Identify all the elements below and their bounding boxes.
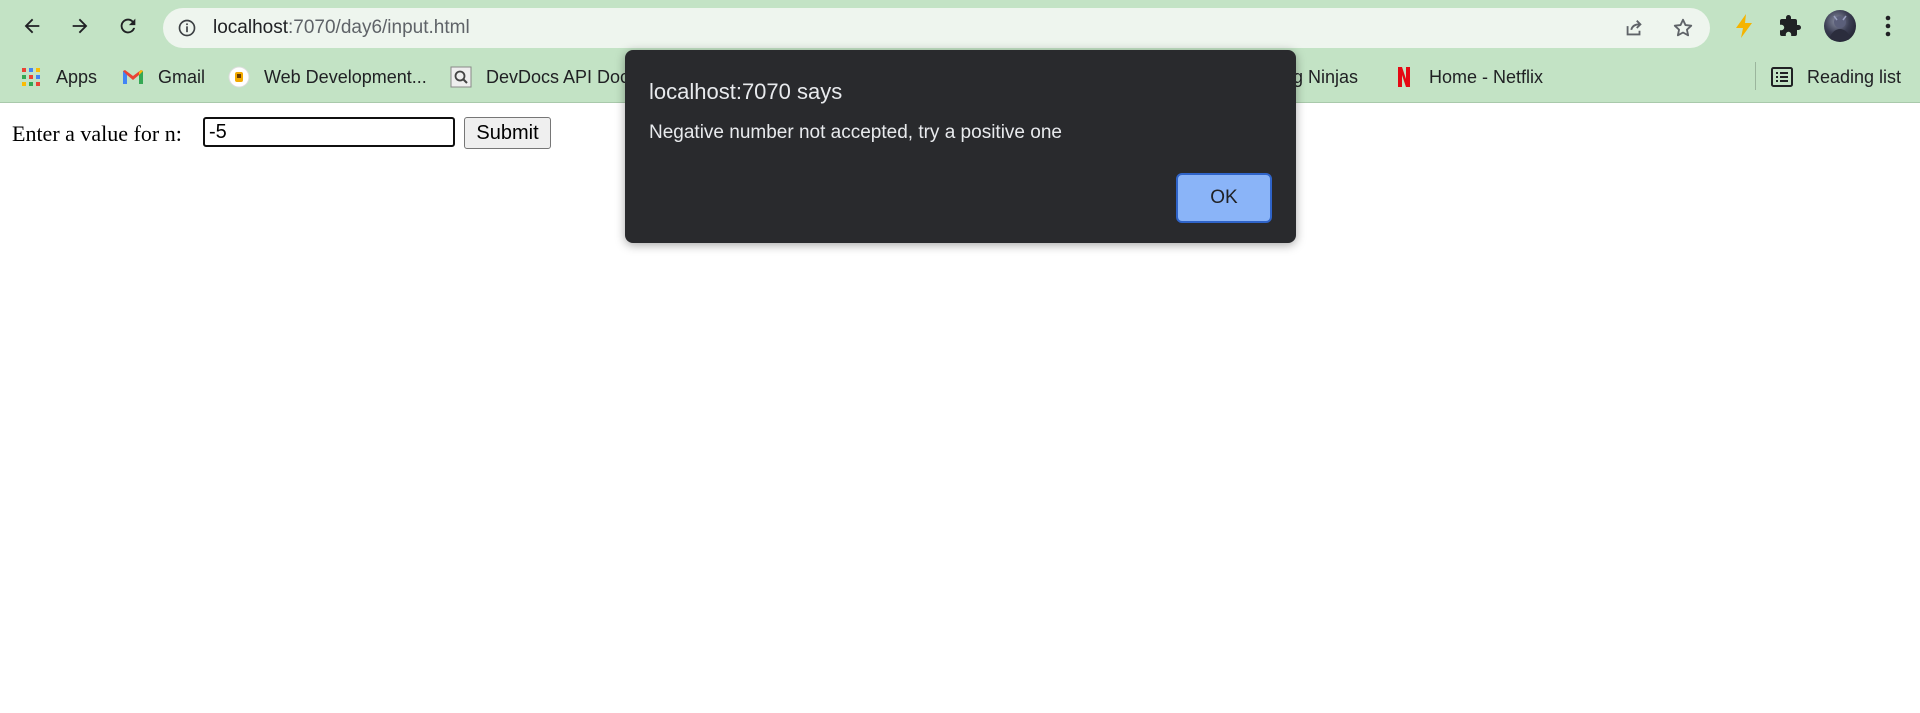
site-info-icon[interactable] bbox=[177, 18, 197, 38]
netflix-icon bbox=[1393, 66, 1415, 88]
bookmark-gmail[interactable]: Gmail bbox=[122, 64, 205, 90]
reload-icon bbox=[120, 18, 136, 34]
devdocs-icon bbox=[450, 66, 472, 88]
reading-list-icon bbox=[1771, 66, 1793, 88]
forward-button[interactable] bbox=[63, 9, 97, 43]
address-bar[interactable]: localhost:7070/day6/input.html bbox=[163, 8, 1710, 48]
alert-dialog: localhost:7070 says Negative number not … bbox=[625, 50, 1296, 243]
back-icon bbox=[24, 18, 40, 34]
bookmark-star-icon[interactable] bbox=[1672, 17, 1694, 39]
n-value-input[interactable] bbox=[203, 117, 455, 147]
bookmark-label: Web Development... bbox=[264, 66, 427, 87]
extension-bolt-icon[interactable] bbox=[1730, 12, 1758, 40]
dialog-title: localhost:7070 says bbox=[649, 79, 843, 104]
bookmarks-separator bbox=[1755, 62, 1756, 90]
profile-avatar[interactable] bbox=[1824, 10, 1856, 42]
web-dev-icon bbox=[228, 66, 250, 88]
bookmark-label: Apps bbox=[56, 66, 98, 87]
reload-button[interactable] bbox=[111, 9, 145, 43]
ok-button[interactable]: OK bbox=[1176, 173, 1272, 223]
share-icon[interactable] bbox=[1623, 17, 1645, 39]
bookmark-web-development[interactable]: Web Development... bbox=[228, 64, 427, 90]
bookmark-netflix[interactable]: Home - Netflix bbox=[1393, 64, 1543, 90]
forward-icon bbox=[72, 18, 88, 34]
bookmark-label: Gmail bbox=[158, 66, 206, 87]
bookmark-label: Home - Netflix bbox=[1429, 66, 1544, 87]
bookmark-label: DevDocs API Doc bbox=[486, 66, 630, 87]
reading-list-button[interactable]: Reading list bbox=[1771, 64, 1901, 90]
reading-list-label: Reading list bbox=[1807, 66, 1902, 87]
gmail-icon bbox=[122, 66, 144, 88]
submit-button[interactable]: Submit bbox=[464, 117, 551, 149]
dialog-message: Negative number not accepted, try a posi… bbox=[649, 122, 1062, 143]
url-text[interactable]: localhost:7070/day6/input.html bbox=[213, 8, 470, 48]
input-label: Enter a value for n: bbox=[12, 121, 182, 146]
back-button[interactable] bbox=[15, 9, 49, 43]
bookmark-apps[interactable]: Apps bbox=[20, 64, 97, 90]
apps-grid-icon bbox=[20, 66, 42, 88]
browser-toolbar: localhost:7070/day6/input.html bbox=[0, 0, 1920, 52]
url-path: :7070/day6/input.html bbox=[288, 17, 470, 38]
url-host: localhost bbox=[213, 17, 288, 38]
extensions-puzzle-icon[interactable] bbox=[1776, 12, 1804, 40]
kebab-menu-icon[interactable] bbox=[1874, 12, 1902, 40]
bookmark-devdocs[interactable]: DevDocs API Doc bbox=[450, 64, 629, 90]
